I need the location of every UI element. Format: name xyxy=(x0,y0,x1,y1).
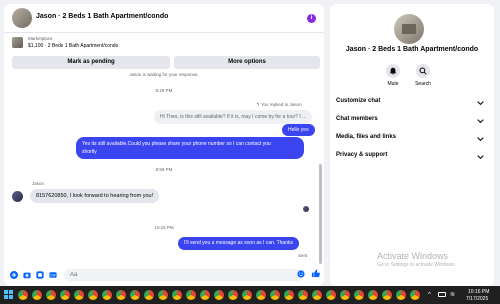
timestamp: 8:25 PM xyxy=(155,88,173,93)
svg-text:GIF: GIF xyxy=(50,274,55,278)
listing-avatar-large xyxy=(394,14,424,44)
search-icon xyxy=(419,67,427,75)
chat-title[interactable]: Jason · 2 Beds 1 Bath Apartment/condo xyxy=(36,13,168,20)
message-bubble-outgoing[interactable]: I'll send you a message as soon as I can… xyxy=(178,237,299,250)
chrome-icon[interactable] xyxy=(326,290,336,300)
chrome-icon[interactable] xyxy=(102,290,112,300)
chrome-icon[interactable] xyxy=(270,290,280,300)
mark-pending-button[interactable]: Mark as pending xyxy=(12,56,170,69)
chrome-icon[interactable] xyxy=(242,290,252,300)
chrome-icon[interactable] xyxy=(410,290,420,300)
message-bubble-incoming[interactable]: 8157620850, I look forward to hearing fr… xyxy=(30,189,160,203)
message-bubble-outgoing[interactable]: Hello yes xyxy=(282,124,315,136)
chrome-icon[interactable] xyxy=(116,290,126,300)
sender-avatar[interactable] xyxy=(12,191,23,202)
camera-icon[interactable] xyxy=(23,271,31,279)
start-icon[interactable] xyxy=(4,290,14,300)
marketplace-row[interactable]: Marketplace $1,100 · 2 Beds 1 Bath Apart… xyxy=(4,33,324,53)
taskbar: ^ ≋ xyxy=(0,286,500,304)
chrome-icon[interactable] xyxy=(298,290,308,300)
composer: GIF xyxy=(4,266,324,284)
chrome-icon[interactable] xyxy=(74,290,84,300)
search-button[interactable] xyxy=(416,64,430,78)
reply-arrow-icon: ↰ xyxy=(256,102,260,107)
message-text: shortly xyxy=(82,149,97,155)
chrome-icon[interactable] xyxy=(158,290,168,300)
chrome-icon[interactable] xyxy=(214,290,224,300)
chrome-icon[interactable] xyxy=(382,290,392,300)
timestamp: 10:16 PM xyxy=(154,225,174,230)
chrome-icon[interactable] xyxy=(396,290,406,300)
section-label: Chat members xyxy=(336,116,378,122)
sent-status: Sent xyxy=(298,253,308,258)
chat-header: Jason · 2 Beds 1 Bath Apartment/condo i xyxy=(4,4,324,33)
chevron-down-icon xyxy=(477,101,484,106)
like-icon[interactable] xyxy=(311,269,320,278)
message-text: Yes its still available.Could you please… xyxy=(82,141,271,147)
chevron-down-icon xyxy=(477,119,484,124)
chrome-icon[interactable] xyxy=(312,290,322,300)
listing-avatar[interactable] xyxy=(12,8,32,28)
chrome-icon[interactable] xyxy=(88,290,98,300)
info-icon[interactable]: i xyxy=(307,14,316,23)
reply-note: You replied to Jason xyxy=(260,102,302,107)
taskbar-clock-date[interactable]: 7/17/2025 xyxy=(466,296,488,302)
gif-icon[interactable]: GIF xyxy=(49,271,57,279)
mute-button[interactable] xyxy=(386,64,400,78)
chevron-down-icon xyxy=(477,155,484,160)
read-receipt-avatar xyxy=(303,206,309,212)
battery-icon[interactable] xyxy=(438,292,446,297)
chrome-icon[interactable] xyxy=(340,290,350,300)
sticker-icon[interactable] xyxy=(36,271,44,279)
more-options-button[interactable]: More options xyxy=(174,56,320,69)
activate-windows-subtitle: Go to Settings to activate Windows. xyxy=(377,262,456,268)
bell-icon xyxy=(389,67,397,75)
chrome-icon[interactable] xyxy=(46,290,56,300)
chrome-icon[interactable] xyxy=(32,290,42,300)
scrollbar-thumb[interactable] xyxy=(319,164,322,264)
marketplace-label: Marketplace xyxy=(28,36,53,41)
chrome-icon[interactable] xyxy=(256,290,266,300)
mute-label: Mute xyxy=(387,81,399,87)
activate-windows-title: Activate Windows xyxy=(377,251,449,261)
chat-panel: Jason · 2 Beds 1 Bath Apartment/condo i … xyxy=(4,4,324,286)
emoji-icon[interactable] xyxy=(297,270,305,278)
chevron-down-icon xyxy=(477,137,484,142)
message-bubble-outgoing[interactable]: Yes its still available.Could you please… xyxy=(76,137,304,159)
section-label: Media, files and links xyxy=(336,134,397,140)
privacy-support-section[interactable]: Privacy & support xyxy=(336,152,486,166)
timestamp: 8:59 PM xyxy=(155,167,173,172)
section-label: Customize chat xyxy=(336,98,381,104)
chrome-icon[interactable] xyxy=(60,290,70,300)
chrome-icon[interactable] xyxy=(186,290,196,300)
message-input[interactable] xyxy=(64,269,304,281)
chat-members-section[interactable]: Chat members xyxy=(336,116,486,130)
chrome-icon[interactable] xyxy=(228,290,238,300)
reply-indicator: ↰ You replied to Jason xyxy=(256,102,302,108)
chrome-icon[interactable] xyxy=(144,290,154,300)
chrome-icon[interactable] xyxy=(284,290,294,300)
chrome-icon[interactable] xyxy=(18,290,28,300)
conversation-info-panel: Jason · 2 Beds 1 Bath Apartment/condo Mu… xyxy=(330,4,494,286)
chrome-icon[interactable] xyxy=(200,290,210,300)
taskbar-clock-time[interactable]: 10:16 PM xyxy=(468,289,489,295)
listing-thumbnail xyxy=(12,37,23,48)
section-label: Privacy & support xyxy=(336,152,388,158)
waiting-note: Jason is waiting for your response. xyxy=(129,72,199,77)
sender-name: Jason xyxy=(32,181,45,186)
chrome-icon[interactable] xyxy=(130,290,140,300)
media-files-links-section[interactable]: Media, files and links xyxy=(336,134,486,148)
listing-price-title: $1,100 · 2 Beds 1 Bath Apartment/condo xyxy=(28,43,119,49)
info-title: Jason · 2 Beds 1 Bath Apartment/condo xyxy=(345,46,479,53)
customize-chat-section[interactable]: Customize chat xyxy=(336,98,486,112)
add-icon[interactable] xyxy=(10,271,18,279)
tray-chevron-icon[interactable]: ^ xyxy=(428,292,431,298)
search-label: Search xyxy=(415,81,431,87)
chrome-icon[interactable] xyxy=(354,290,364,300)
wifi-icon[interactable]: ≋ xyxy=(450,291,455,298)
chrome-icon[interactable] xyxy=(368,290,378,300)
chrome-icon[interactable] xyxy=(172,290,182,300)
quoted-message[interactable]: Hi Theo, is this still available? If it … xyxy=(154,110,313,124)
